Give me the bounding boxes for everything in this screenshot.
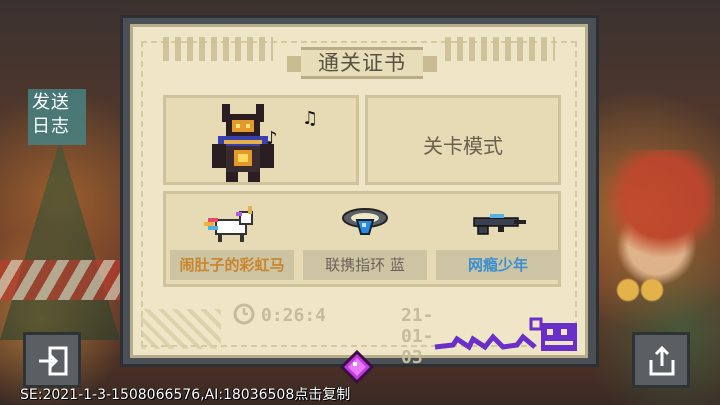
seed-copy-text[interactable]: SE:2021-1-3-1508066576,AI:18036508点击复制	[20, 384, 350, 404]
title-banner: 通关证书	[287, 47, 437, 79]
exit-icon	[39, 346, 68, 376]
send-log-button[interactable]: 发送 日志	[28, 89, 86, 145]
purple-gem-icon	[340, 350, 374, 384]
item-slot: 联携指环 蓝	[303, 200, 427, 284]
share-icon	[649, 345, 675, 376]
item-label: 联携指环 蓝	[303, 250, 427, 280]
clock-icon	[233, 303, 255, 325]
exit-button[interactable]	[23, 332, 81, 388]
music-note-icon: ♫	[302, 108, 319, 129]
background-tree	[0, 140, 120, 340]
send-log-label-line2: 日志	[32, 116, 70, 137]
certificate: 通关证书 ♪ ♫ 关卡模式 闹肚子的彩虹马 联携指环 蓝 网瘾少年 0:26:4…	[130, 24, 588, 368]
certificate-title: 通关证书	[318, 51, 406, 75]
background-bells	[610, 270, 670, 310]
decoration-right	[445, 37, 555, 61]
game-mode: 关卡模式	[423, 134, 503, 158]
rifle-icon	[473, 214, 526, 235]
music-note-icon: ♪	[266, 128, 278, 149]
background-ribbon	[0, 260, 120, 300]
item-label: 网瘾少年	[436, 250, 560, 280]
items-panel: 闹肚子的彩虹马 联携指环 蓝 网瘾少年	[163, 191, 561, 287]
send-log-label-line1: 发送	[32, 92, 70, 113]
rainbow-unicorn-icon	[204, 206, 253, 242]
item-slot: 网瘾少年	[436, 200, 560, 284]
run-time: 0:26:4	[261, 305, 327, 326]
signature-stamp-icon	[434, 317, 577, 351]
character-panel: ♪ ♫	[163, 95, 359, 185]
item-label: 闹肚子的彩虹马	[170, 250, 294, 280]
item-slot: 闹肚子的彩虹马	[170, 200, 294, 284]
corner-decoration	[141, 309, 221, 349]
share-button[interactable]	[632, 332, 690, 388]
mode-panel: 关卡模式	[365, 95, 561, 185]
blue-ring-icon	[342, 208, 388, 235]
decoration-left	[163, 37, 273, 61]
run-date: 21-01-03	[401, 305, 434, 368]
